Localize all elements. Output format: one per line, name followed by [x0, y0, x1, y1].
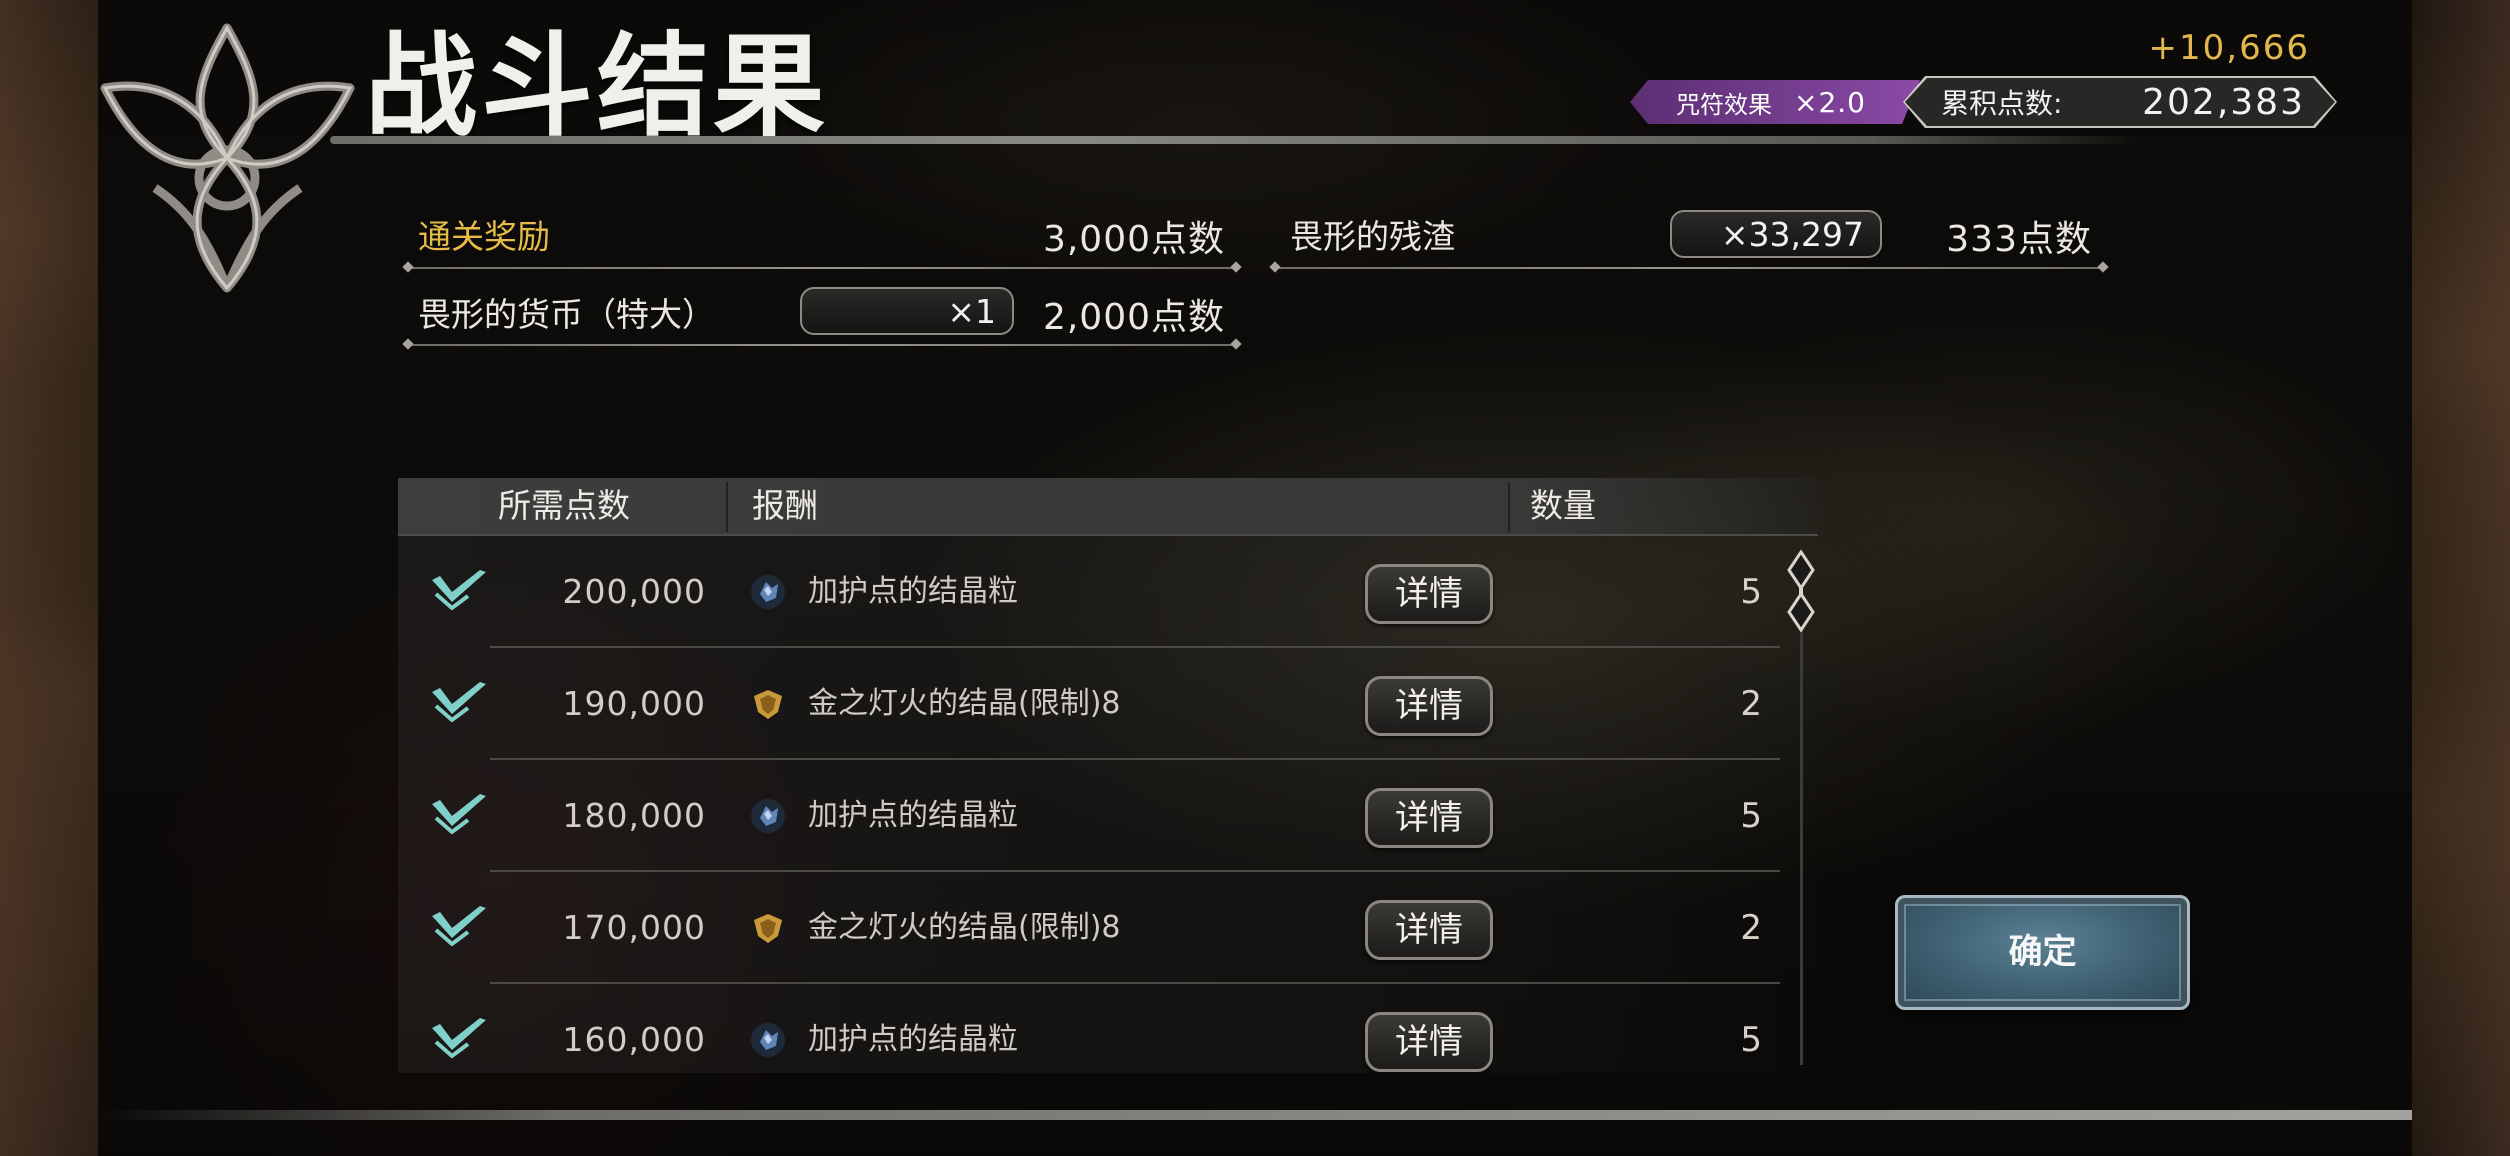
detail-button[interactable]: 详情 — [1365, 900, 1493, 960]
header-reward: 报酬 — [752, 486, 818, 525]
row-reward-name: 金之灯火的结晶(限制)8 — [808, 686, 1121, 721]
check-icon — [432, 906, 486, 946]
blue-crystal-icon — [751, 575, 785, 609]
table-row: 180,000 加护点的结晶粒 详情 5 — [420, 760, 1780, 872]
check-icon — [432, 570, 486, 610]
reward-divider — [408, 267, 1236, 269]
check-icon — [432, 794, 486, 834]
row-reward-name: 金之灯火的结晶(限制)8 — [808, 910, 1121, 945]
charm-multiplier: ×2.0 — [1794, 85, 1866, 119]
row-reward-name: 加护点的结晶粒 — [808, 574, 1018, 609]
table-row: 190,000 金之灯火的结晶(限制)8 详情 2 — [420, 648, 1780, 760]
detail-button[interactable]: 详情 — [1365, 1012, 1493, 1072]
row-quantity: 2 — [1740, 684, 1762, 724]
table-row: 160,000 加护点的结晶粒 详情 5 — [420, 984, 1780, 1073]
reward-divider — [1275, 267, 2103, 269]
charm-effect-badge: 咒符效果 ×2.0 — [1630, 80, 1920, 124]
row-quantity: 5 — [1740, 1020, 1762, 1060]
blue-crystal-icon — [751, 1023, 785, 1057]
battle-result-screen: 战斗结果 +10,666 咒符效果 ×2.0 累积点数: 202,383 通关奖… — [0, 0, 2510, 1156]
row-required-points: 170,000 — [562, 908, 706, 947]
row-required-points: 160,000 — [562, 1020, 706, 1059]
row-required-points: 200,000 — [562, 572, 706, 611]
detail-button[interactable]: 详情 — [1365, 564, 1493, 624]
gold-shield-icon — [754, 690, 782, 719]
table-row: 200,000 加护点的结晶粒 详情 5 — [420, 536, 1780, 648]
clear-reward-points: 3,000点数 — [1042, 219, 1225, 260]
row-required-points: 190,000 — [562, 684, 706, 723]
page-title: 战斗结果 — [365, 21, 829, 152]
charm-effect-label: 咒符效果 — [1676, 90, 1772, 119]
accumulated-points-box: 累积点数: 202,383 — [1905, 78, 2335, 126]
bottom-progress-bar — [98, 1110, 2412, 1120]
row-quantity: 5 — [1740, 796, 1762, 836]
row-required-points: 180,000 — [562, 796, 706, 835]
accumulated-points-value: 202,383 — [2142, 81, 2305, 123]
coin-points: 2,000点数 — [1042, 297, 1225, 338]
row-reward-name: 加护点的结晶粒 — [808, 1022, 1018, 1057]
remnant-label: 畏形的残渣 — [1290, 217, 1455, 256]
rock-border-right — [2412, 0, 2510, 1156]
accumulated-points-label: 累积点数: — [1941, 87, 2063, 120]
check-icon — [432, 682, 486, 722]
clear-reward-label: 通关奖励 — [418, 217, 550, 256]
header-quantity: 数量 — [1530, 486, 1596, 525]
check-icon — [432, 1018, 486, 1058]
gold-shield-icon — [754, 914, 782, 943]
coin-label: 畏形的货币（特大） — [418, 295, 715, 334]
blue-crystal-icon — [751, 799, 785, 833]
header-required-points: 所需点数 — [498, 486, 630, 525]
reward-list[interactable]: 200,000 加护点的结晶粒 详情 5 190,000 金之灯火的结晶(限制)… — [398, 536, 1818, 1073]
detail-button[interactable]: 详情 — [1365, 788, 1493, 848]
celtic-knot-emblem-icon — [100, 23, 355, 293]
bonus-points-total: +10,666 — [2148, 28, 2310, 68]
table-row: 170,000 金之灯火的结晶(限制)8 详情 2 — [420, 872, 1780, 984]
scrollbar-thumb[interactable] — [1786, 550, 1816, 632]
header-divider — [726, 482, 728, 532]
detail-button[interactable]: 详情 — [1365, 676, 1493, 736]
row-quantity: 5 — [1740, 572, 1762, 612]
row-reward-name: 加护点的结晶粒 — [808, 798, 1018, 833]
reward-divider — [408, 344, 1236, 346]
rock-border-left — [0, 0, 98, 1156]
remnant-quantity: ×33,297 — [1670, 210, 1882, 258]
confirm-button[interactable]: 确定 — [1895, 895, 2190, 1010]
title-divider — [330, 136, 2145, 144]
row-quantity: 2 — [1740, 908, 1762, 948]
remnant-points: 333点数 — [1946, 219, 2092, 260]
header-divider — [1508, 482, 1510, 532]
